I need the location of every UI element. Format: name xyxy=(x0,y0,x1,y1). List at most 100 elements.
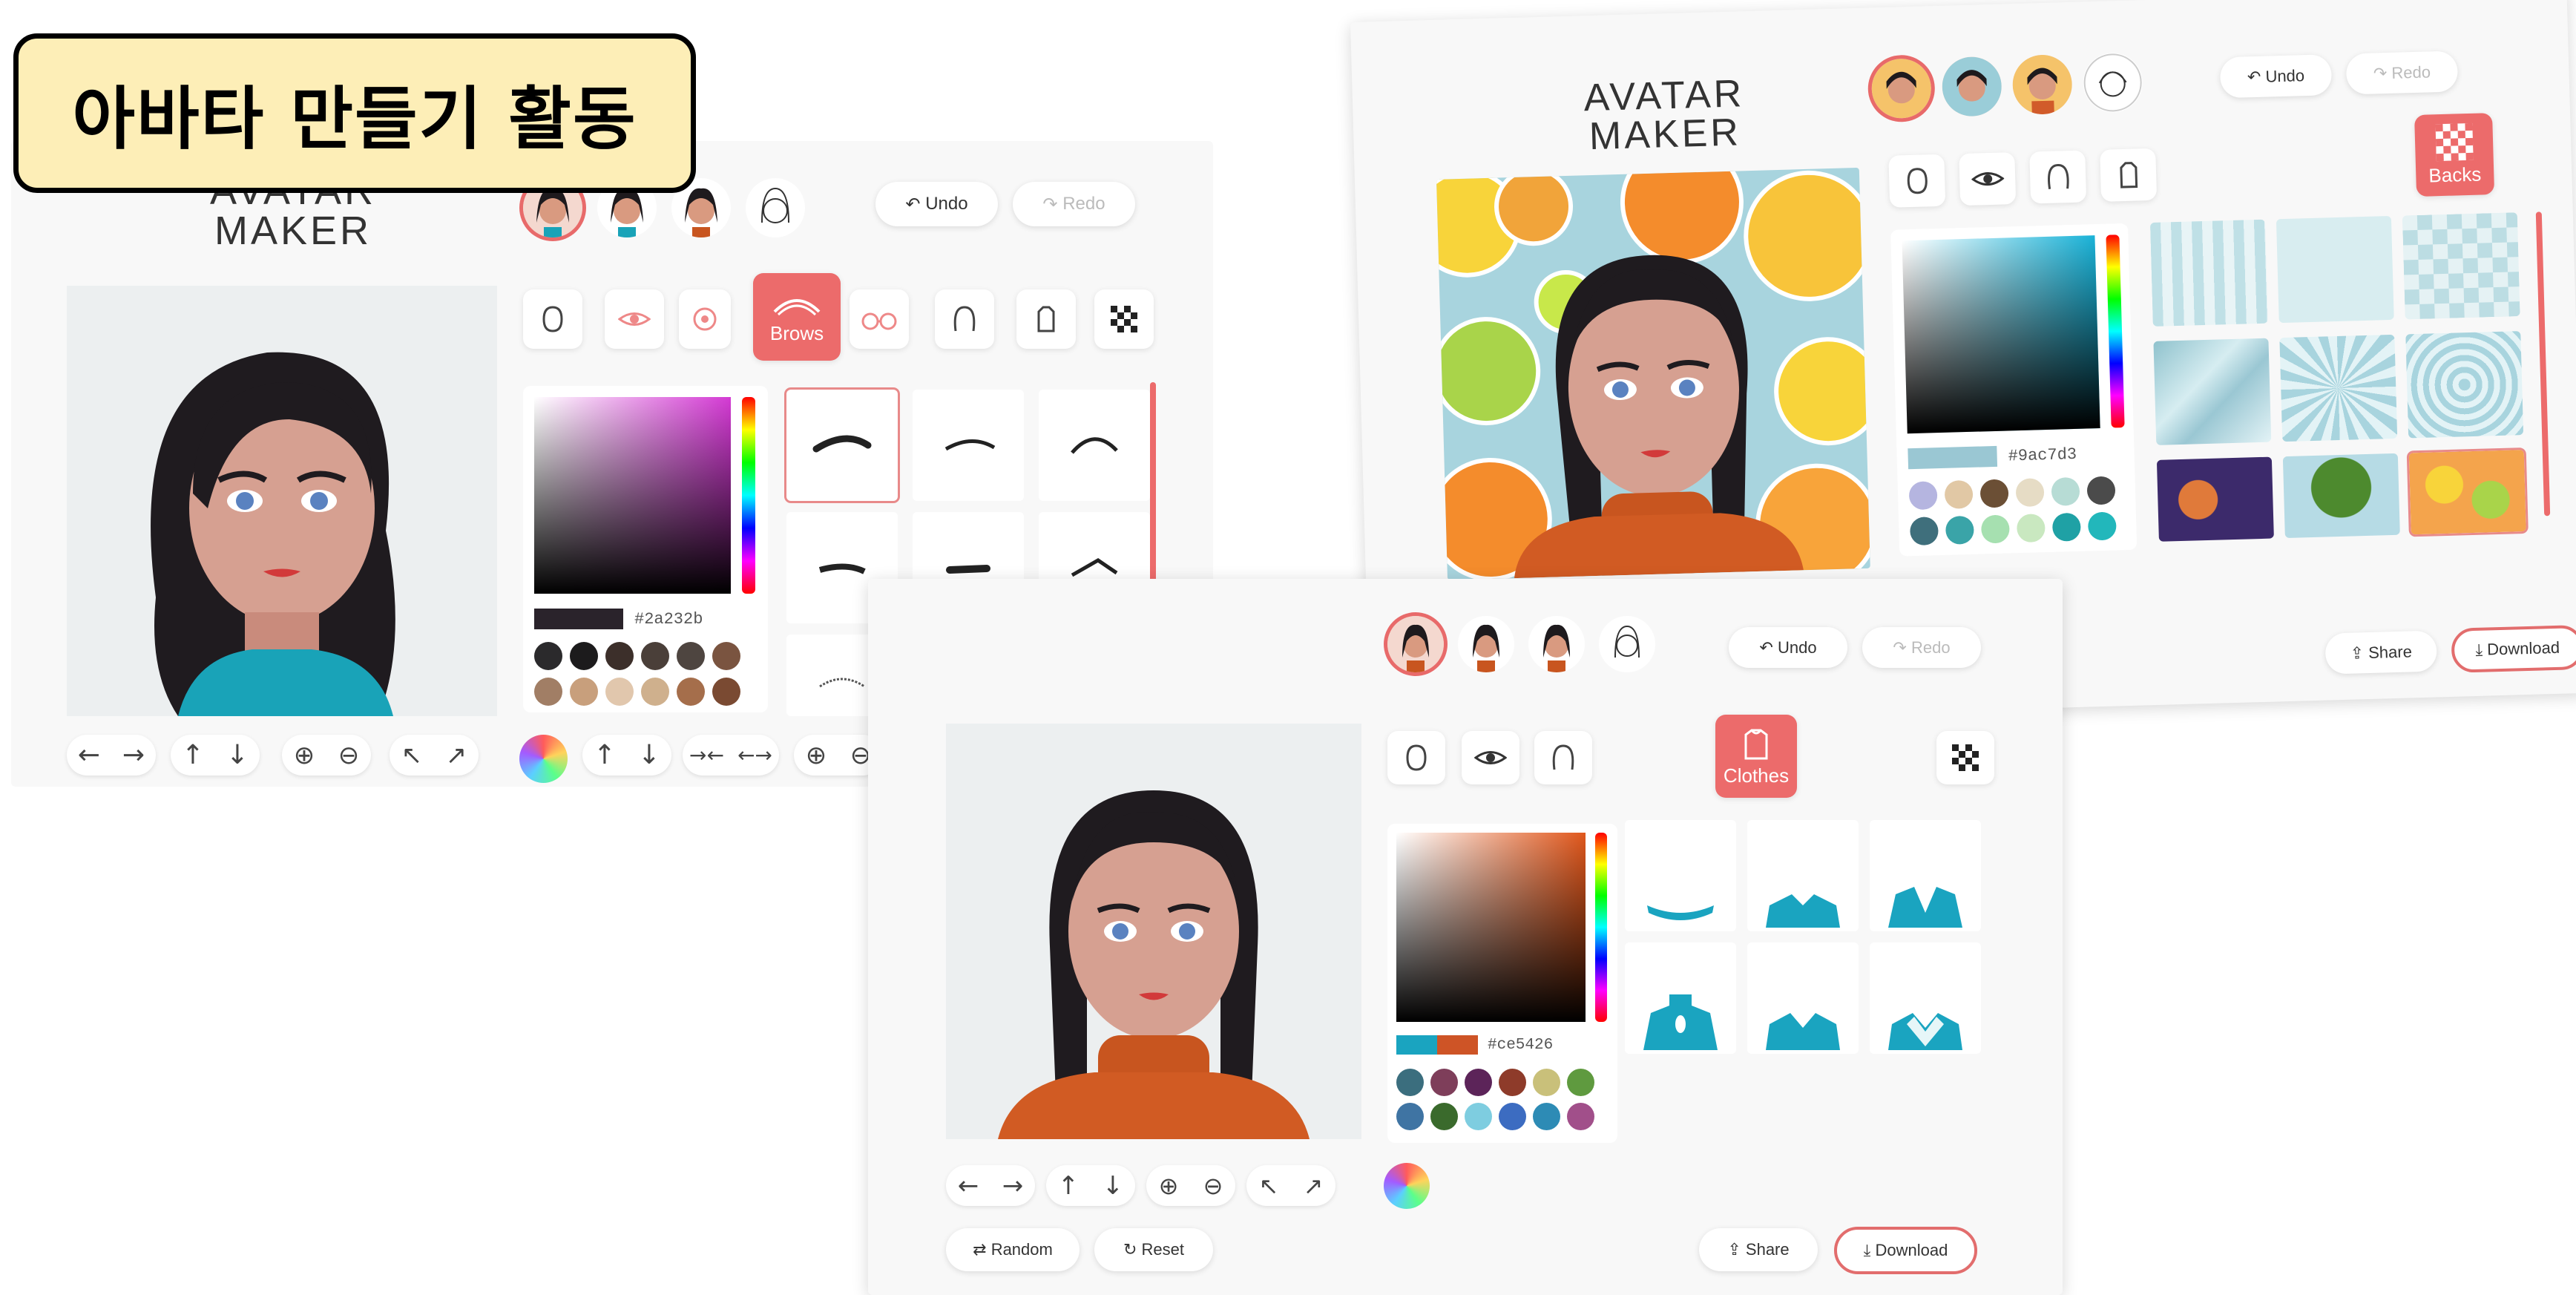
color-swatch[interactable] xyxy=(1980,514,2010,544)
saturation-value-area[interactable] xyxy=(534,397,731,594)
avatar-style-2[interactable] xyxy=(1941,56,2002,117)
avatar-style-3[interactable] xyxy=(2011,53,2073,116)
background-option-checker[interactable] xyxy=(2402,212,2520,320)
spacing-controls[interactable]: →← ←→ xyxy=(683,735,779,776)
category-backs[interactable]: Backs xyxy=(2414,113,2495,197)
avatar-style-4-outline[interactable] xyxy=(1599,616,1655,672)
category-hair[interactable] xyxy=(1534,731,1592,784)
rotate-controls[interactable]: ↖ ↗ xyxy=(1246,1165,1335,1206)
undo-button[interactable]: ↶ Undo xyxy=(875,182,998,226)
background-option-rays[interactable] xyxy=(2279,334,2398,442)
color-swatch[interactable] xyxy=(534,642,562,670)
saturation-value-area[interactable] xyxy=(1396,833,1586,1022)
color-swatch[interactable] xyxy=(1567,1103,1594,1130)
move-horizontal-controls[interactable]: ← → xyxy=(67,735,156,776)
undo-button[interactable]: ↶ Undo xyxy=(2219,54,2333,99)
color-swatch[interactable] xyxy=(1396,1069,1424,1096)
category-brows[interactable]: Brows xyxy=(753,273,841,361)
color-swatch[interactable] xyxy=(2015,478,2045,508)
move-horizontal-controls[interactable]: ← → xyxy=(946,1165,1035,1206)
hex-value[interactable]: #2a232b xyxy=(634,610,703,629)
clothes-option-2[interactable] xyxy=(1747,820,1859,931)
color-swatch[interactable] xyxy=(677,678,705,706)
undo-button[interactable]: ↶ Undo xyxy=(1729,627,1847,668)
category-glasses[interactable] xyxy=(850,289,909,349)
category-face-shape[interactable] xyxy=(523,289,582,349)
category-eyes[interactable] xyxy=(1959,152,2017,206)
background-option-rings[interactable] xyxy=(2405,331,2524,439)
redo-button[interactable]: ↷ Redo xyxy=(1862,627,1981,668)
color-swatch[interactable] xyxy=(1945,515,1974,545)
clothes-option-5[interactable] xyxy=(1747,942,1859,1054)
color-swatch[interactable] xyxy=(1979,479,2009,508)
background-option-hearts[interactable] xyxy=(2276,215,2394,324)
random-button[interactable]: ⇄ Random xyxy=(946,1228,1080,1271)
download-button[interactable]: ⤓ Download xyxy=(1834,1227,1977,1274)
background-option-tree[interactable] xyxy=(2282,453,2400,539)
color-swatch[interactable] xyxy=(1567,1069,1594,1096)
avatar-style-4-outline[interactable] xyxy=(2082,52,2143,114)
color-swatch[interactable] xyxy=(1430,1103,1458,1130)
background-option-shards[interactable] xyxy=(2153,338,2272,445)
category-backgrounds[interactable] xyxy=(1936,731,1994,784)
zoom-controls[interactable]: ⊕ ⊖ xyxy=(282,735,371,776)
color-swatch[interactable] xyxy=(1465,1103,1492,1130)
hex-value[interactable]: #9ac7d3 xyxy=(2008,445,2077,466)
download-button[interactable]: ⤓ Download xyxy=(2451,624,2576,673)
background-option-stripes[interactable] xyxy=(2149,219,2268,327)
clothes-option-4[interactable] xyxy=(1625,942,1736,1054)
category-backgrounds[interactable] xyxy=(1094,289,1154,349)
color-swatch[interactable] xyxy=(1908,481,1938,511)
avatar-style-4-outline[interactable] xyxy=(746,178,805,237)
avatar-style-1[interactable] xyxy=(1387,616,1444,672)
saturation-value-area[interactable] xyxy=(1902,235,2100,434)
color-swatch[interactable] xyxy=(677,642,705,670)
color-swatch[interactable] xyxy=(605,678,634,706)
clothes-option-6[interactable] xyxy=(1870,942,1981,1054)
category-clothes[interactable]: Clothes xyxy=(1715,715,1797,798)
category-hair[interactable] xyxy=(935,289,994,349)
color-swatch[interactable] xyxy=(1499,1069,1526,1096)
brow-option-3[interactable] xyxy=(1039,390,1150,501)
hue-slider[interactable] xyxy=(742,397,755,594)
category-clothes[interactable] xyxy=(2100,148,2158,202)
layer-move-controls[interactable]: ↑ ↓ xyxy=(582,735,671,776)
category-hair[interactable] xyxy=(2029,150,2087,204)
color-swatch[interactable] xyxy=(1430,1069,1458,1096)
redo-button[interactable]: ↷ Redo xyxy=(2345,50,2459,95)
zoom-controls[interactable]: ⊕ ⊖ xyxy=(1146,1165,1235,1206)
color-swatch[interactable] xyxy=(1909,517,1939,546)
move-vertical-controls[interactable]: ↑ ↓ xyxy=(171,735,260,776)
color-swatch[interactable] xyxy=(641,642,669,670)
avatar-style-1[interactable] xyxy=(1870,58,1932,119)
color-swatch[interactable] xyxy=(2086,476,2116,505)
color-swatch[interactable] xyxy=(2016,514,2046,543)
color-swatch[interactable] xyxy=(1396,1103,1424,1130)
hue-slider[interactable] xyxy=(2106,235,2125,428)
color-swatch[interactable] xyxy=(2051,512,2081,542)
avatar-style-3[interactable] xyxy=(1528,616,1585,672)
color-swatch[interactable] xyxy=(1499,1103,1526,1130)
hue-slider[interactable] xyxy=(1595,833,1607,1022)
category-face-shape[interactable] xyxy=(1387,731,1445,784)
hex-value[interactable]: #ce5426 xyxy=(1488,1037,1553,1054)
brow-option-2[interactable] xyxy=(913,390,1024,501)
share-button[interactable]: ⇪ Share xyxy=(1699,1228,1818,1271)
color-swatch[interactable] xyxy=(1533,1069,1560,1096)
avatar-style-2[interactable] xyxy=(1458,616,1514,672)
brow-option-1[interactable] xyxy=(786,390,898,501)
reset-button[interactable]: ↻ Reset xyxy=(1094,1228,1213,1271)
color-swatch[interactable] xyxy=(1465,1069,1492,1096)
color-swatch[interactable] xyxy=(605,642,634,670)
clothes-option-1[interactable] xyxy=(1625,820,1736,931)
category-face-shape[interactable] xyxy=(1888,154,1946,208)
move-vertical-controls[interactable]: ↑ ↓ xyxy=(1046,1165,1135,1206)
share-button[interactable]: ⇪ Share xyxy=(2324,630,2437,675)
color-swatch[interactable] xyxy=(641,678,669,706)
rotate-controls[interactable]: ↖ ↗ xyxy=(390,735,479,776)
color-swatch[interactable] xyxy=(2051,476,2080,506)
redo-button[interactable]: ↷ Redo xyxy=(1013,182,1135,226)
category-iris[interactable] xyxy=(679,289,731,349)
color-swatch[interactable] xyxy=(2087,511,2117,541)
color-wheel-icon[interactable] xyxy=(1384,1163,1430,1209)
